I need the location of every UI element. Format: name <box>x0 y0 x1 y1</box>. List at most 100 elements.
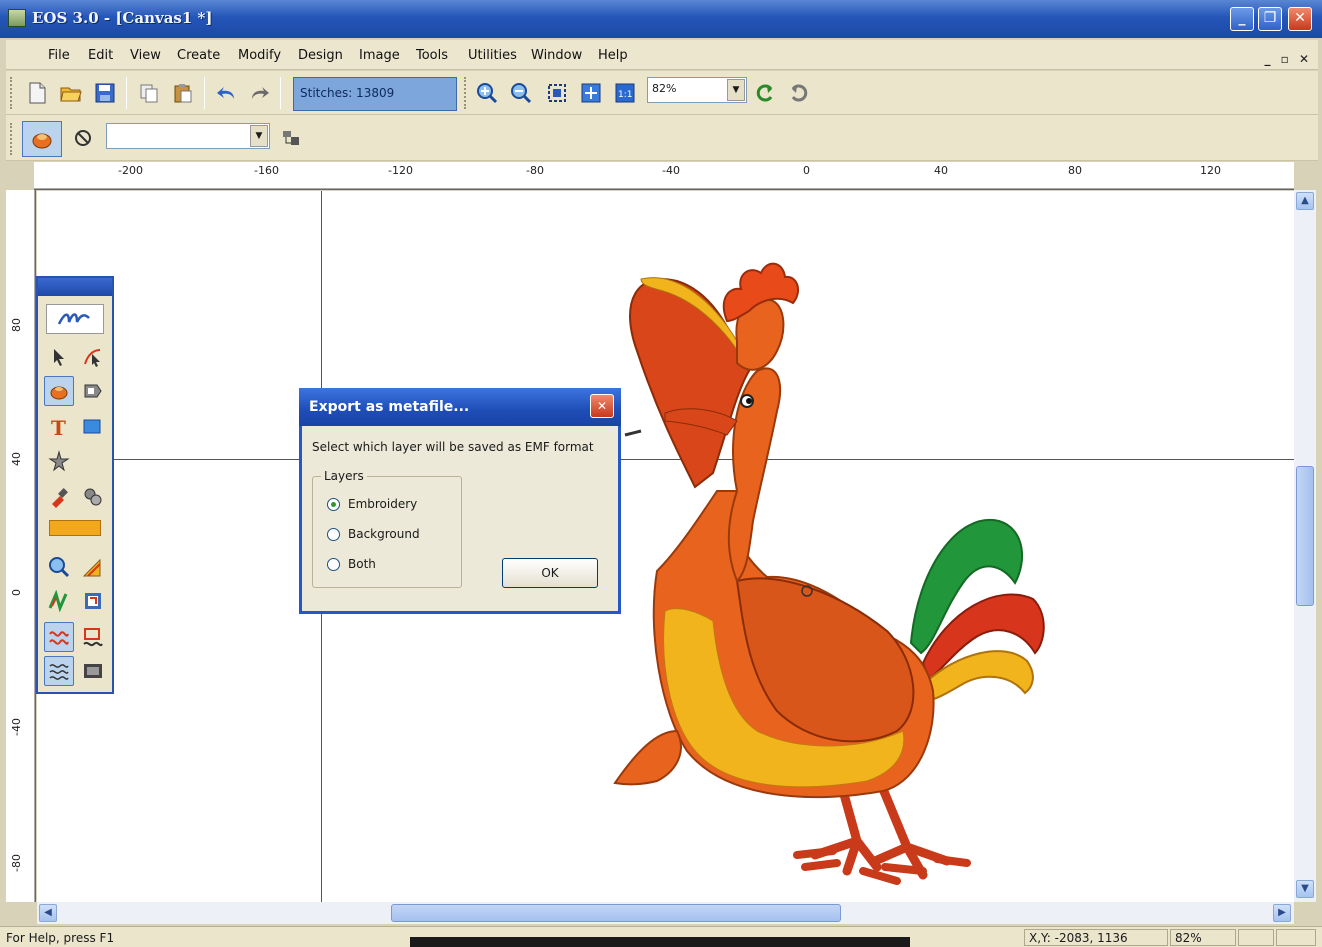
close-button[interactable]: ✕ <box>1288 7 1312 31</box>
menu-window[interactable]: Window <box>531 48 582 63</box>
outline-stitch-icon[interactable] <box>78 622 108 652</box>
menu-create[interactable]: Create <box>177 48 220 63</box>
horizontal-scrollbar[interactable]: ◀ ▶ <box>37 902 1294 924</box>
menu-help[interactable]: Help <box>598 48 628 63</box>
design-canvas[interactable] <box>37 191 1294 902</box>
scroll-right-icon[interactable]: ▶ <box>1273 904 1291 922</box>
run-stitch-icon[interactable] <box>44 622 74 652</box>
palette-title-bar[interactable] <box>38 278 112 296</box>
title-bar: EOS 3.0 - [Canvas1 *] _ ❐ ✕ <box>0 0 1322 38</box>
stitch-count-display: Stitches: 13809 <box>293 77 457 111</box>
menu-file[interactable]: File <box>48 48 70 63</box>
vertical-scrollbar[interactable]: ▲ ▼ <box>1294 190 1316 902</box>
ok-button[interactable]: OK <box>502 558 598 588</box>
scroll-up-icon[interactable]: ▲ <box>1296 192 1314 210</box>
menu-edit[interactable]: Edit <box>88 48 113 63</box>
standard-toolbar: Stitches: 13809 1:1 82% ▼ <box>6 71 1318 115</box>
ruler-label: -80 <box>526 164 544 177</box>
ruler-label: 40 <box>10 452 23 466</box>
undo-icon[interactable] <box>214 80 240 106</box>
chevron-down-icon[interactable]: ▼ <box>727 79 745 101</box>
stitch-tool-icon[interactable] <box>78 482 108 512</box>
ruler-label: 80 <box>10 318 23 332</box>
transform-icon[interactable] <box>78 376 108 406</box>
redo-icon[interactable] <box>246 80 272 106</box>
fill-stitch-icon[interactable] <box>44 656 74 686</box>
app-window: EOS 3.0 - [Canvas1 *] _ ❐ ✕ File Edit Vi… <box>0 0 1322 947</box>
zoom-fit-icon[interactable] <box>544 80 570 106</box>
zoom-in-icon[interactable] <box>474 80 500 106</box>
radio-button[interactable] <box>327 497 340 511</box>
dialog-close-icon[interactable]: ✕ <box>590 394 614 418</box>
zoom-selection-icon[interactable] <box>578 80 604 106</box>
menu-design[interactable]: Design <box>298 48 343 63</box>
status-zoom: 82% <box>1170 929 1236 946</box>
menu-image[interactable]: Image <box>359 48 400 63</box>
horizontal-scroll-thumb[interactable] <box>391 904 841 922</box>
menu-view[interactable]: View <box>130 48 161 63</box>
paste-icon[interactable] <box>170 80 196 106</box>
vertical-scroll-thumb[interactable] <box>1296 466 1314 606</box>
fill-tool-icon[interactable] <box>44 376 74 406</box>
dialog-message: Select which layer will be saved as EMF … <box>312 440 594 454</box>
toolbar-gripper[interactable] <box>10 123 13 155</box>
film-strip-icon[interactable] <box>78 656 108 686</box>
scroll-down-icon[interactable]: ▼ <box>1296 880 1314 898</box>
applique-icon[interactable] <box>78 586 108 616</box>
rotate-right-icon[interactable] <box>786 80 812 106</box>
eyedropper-icon[interactable] <box>44 482 74 512</box>
open-folder-icon[interactable] <box>58 80 84 106</box>
menu-utilities[interactable]: Utilities <box>468 48 517 63</box>
mdi-controls[interactable]: _ ▫ ✕ <box>1264 52 1312 66</box>
scroll-left-icon[interactable]: ◀ <box>39 904 57 922</box>
fill-bucket-icon <box>32 133 52 149</box>
text-tool-icon[interactable]: T <box>44 412 74 442</box>
new-file-icon[interactable] <box>24 80 50 106</box>
rotate-left-icon[interactable] <box>752 80 778 106</box>
toolbar-gripper[interactable] <box>464 77 467 109</box>
radio-background[interactable]: Background <box>327 527 420 541</box>
ruler-label: -160 <box>254 164 279 177</box>
node-edit-icon[interactable] <box>78 342 108 372</box>
measure-tool-icon[interactable] <box>78 552 108 582</box>
signature-logo-icon[interactable] <box>46 304 104 334</box>
ruler-label: 0 <box>803 164 810 177</box>
save-disk-icon[interactable] <box>92 80 118 106</box>
menu-modify[interactable]: Modify <box>238 48 281 63</box>
star-tool-icon[interactable] <box>44 446 74 476</box>
toolbar-separator <box>280 77 281 109</box>
toolbar-gripper[interactable] <box>10 77 13 109</box>
fill-tool-button[interactable] <box>22 121 62 157</box>
dialog-title[interactable]: Export as metafile... <box>299 388 621 426</box>
minimize-button[interactable]: _ <box>1230 7 1254 31</box>
satin-stitch-icon[interactable] <box>44 586 74 616</box>
radio-embroidery[interactable]: Embroidery <box>327 497 417 511</box>
export-metafile-dialog: Export as metafile... ✕ Select which lay… <box>299 388 621 614</box>
chevron-down-icon[interactable]: ▼ <box>250 125 268 147</box>
ruler-label: 40 <box>934 164 948 177</box>
rectangle-tool-icon[interactable] <box>78 412 108 442</box>
zoom-level-value: 82% <box>652 82 677 95</box>
vertical-ruler: 80 40 0 -40 -80 <box>6 190 36 902</box>
copy-icon[interactable] <box>136 80 162 106</box>
radio-button[interactable] <box>327 557 340 571</box>
zoom-tool-icon[interactable] <box>44 552 74 582</box>
ruler-label: -40 <box>662 164 680 177</box>
layers-groupbox: Layers Embroidery Background Both <box>312 469 462 588</box>
rooster-embroidery[interactable] <box>37 191 1294 902</box>
radio-button[interactable] <box>327 527 340 541</box>
actual-size-icon[interactable]: 1:1 <box>612 80 638 106</box>
caption-bar <box>410 937 910 947</box>
layer-select[interactable]: ▼ <box>106 123 270 149</box>
no-fill-icon[interactable] <box>70 125 96 151</box>
ruler-label: -40 <box>10 718 23 736</box>
radio-both[interactable]: Both <box>327 557 376 571</box>
menu-tools[interactable]: Tools <box>416 48 448 63</box>
maximize-button[interactable]: ❐ <box>1258 7 1282 31</box>
select-arrow-icon[interactable] <box>44 342 74 372</box>
properties-icon[interactable] <box>278 125 304 151</box>
zoom-out-icon[interactable] <box>508 80 534 106</box>
window-title: EOS 3.0 - [Canvas1 *] <box>32 9 213 27</box>
color-swatch[interactable] <box>46 518 104 538</box>
zoom-level-select[interactable]: 82% ▼ <box>647 77 747 103</box>
